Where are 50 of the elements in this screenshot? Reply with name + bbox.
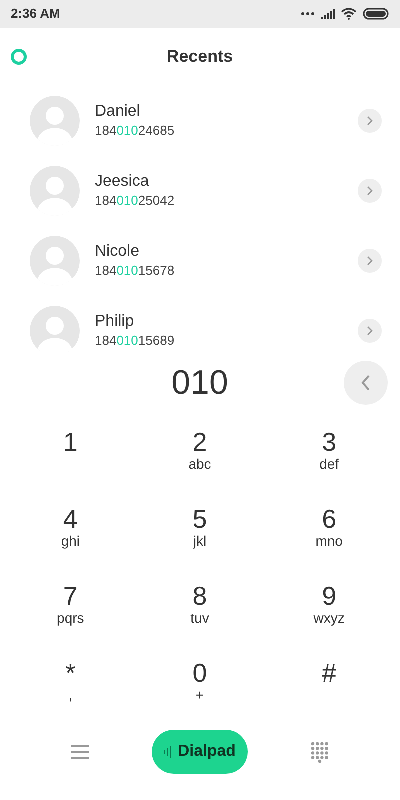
chevron-right-icon bbox=[367, 326, 373, 336]
status-ring-icon[interactable] bbox=[11, 49, 27, 65]
dial-key[interactable]: * , bbox=[6, 651, 136, 728]
details-button[interactable] bbox=[358, 109, 382, 133]
contact-number: 18401025042 bbox=[95, 192, 176, 210]
dial-key[interactable]: 8 tuv bbox=[135, 574, 265, 651]
details-button[interactable] bbox=[358, 179, 382, 203]
signal-icon bbox=[321, 9, 335, 19]
dial-key[interactable]: 5 jkl bbox=[135, 497, 265, 574]
chevron-right-icon bbox=[367, 116, 373, 126]
dialed-number: 010 bbox=[172, 362, 228, 404]
contact-row[interactable]: Jeesica 18401025042 bbox=[0, 156, 400, 226]
dial-key[interactable]: 3 def bbox=[264, 420, 394, 497]
details-button[interactable] bbox=[358, 249, 382, 273]
menu-icon[interactable] bbox=[71, 745, 90, 759]
contact-name: Philip bbox=[95, 312, 136, 332]
chevron-left-icon bbox=[361, 374, 371, 392]
dial-key[interactable]: 2 abc bbox=[135, 420, 265, 497]
contact-name: Jeesica bbox=[95, 172, 150, 192]
contact-row[interactable]: Daniel 18401024685 bbox=[0, 86, 400, 156]
keypad-icon[interactable] bbox=[310, 742, 329, 762]
more-dots-icon bbox=[301, 12, 315, 16]
contact-row[interactable]: Nicole 18401015678 bbox=[0, 226, 400, 296]
sound-wave-icon bbox=[164, 746, 174, 758]
contact-row[interactable]: Philip 18401015689 bbox=[0, 296, 400, 352]
page-title: Recents bbox=[166, 46, 234, 68]
avatar-icon bbox=[30, 306, 80, 352]
backspace-button[interactable] bbox=[344, 361, 388, 405]
contact-number: 18401024685 bbox=[95, 122, 176, 140]
dial-key[interactable]: # bbox=[264, 651, 394, 728]
avatar-icon bbox=[30, 166, 80, 216]
avatar-icon bbox=[30, 96, 80, 146]
dial-key[interactable]: 7 pqrs bbox=[6, 574, 136, 651]
battery-icon bbox=[363, 8, 389, 20]
chevron-right-icon bbox=[367, 256, 373, 266]
dial-key[interactable]: 0 + bbox=[135, 651, 265, 728]
contact-number: 18401015678 bbox=[95, 262, 176, 280]
dial-key[interactable]: 4 ghi bbox=[6, 497, 136, 574]
dial-key[interactable]: 6 mno bbox=[264, 497, 394, 574]
avatar-icon bbox=[30, 236, 80, 286]
chevron-right-icon bbox=[367, 186, 373, 196]
contact-name: Daniel bbox=[95, 102, 142, 122]
details-button[interactable] bbox=[358, 319, 382, 343]
wifi-icon bbox=[341, 8, 357, 20]
status-time: 2:36 AM bbox=[11, 5, 60, 24]
contact-number: 18401015689 bbox=[95, 332, 176, 350]
dial-key[interactable]: 9 wxyz bbox=[264, 574, 394, 651]
contact-name: Nicole bbox=[95, 242, 140, 262]
dialpad-button[interactable]: Dialpad bbox=[152, 730, 248, 774]
dial-key[interactable]: 1 bbox=[6, 420, 136, 497]
